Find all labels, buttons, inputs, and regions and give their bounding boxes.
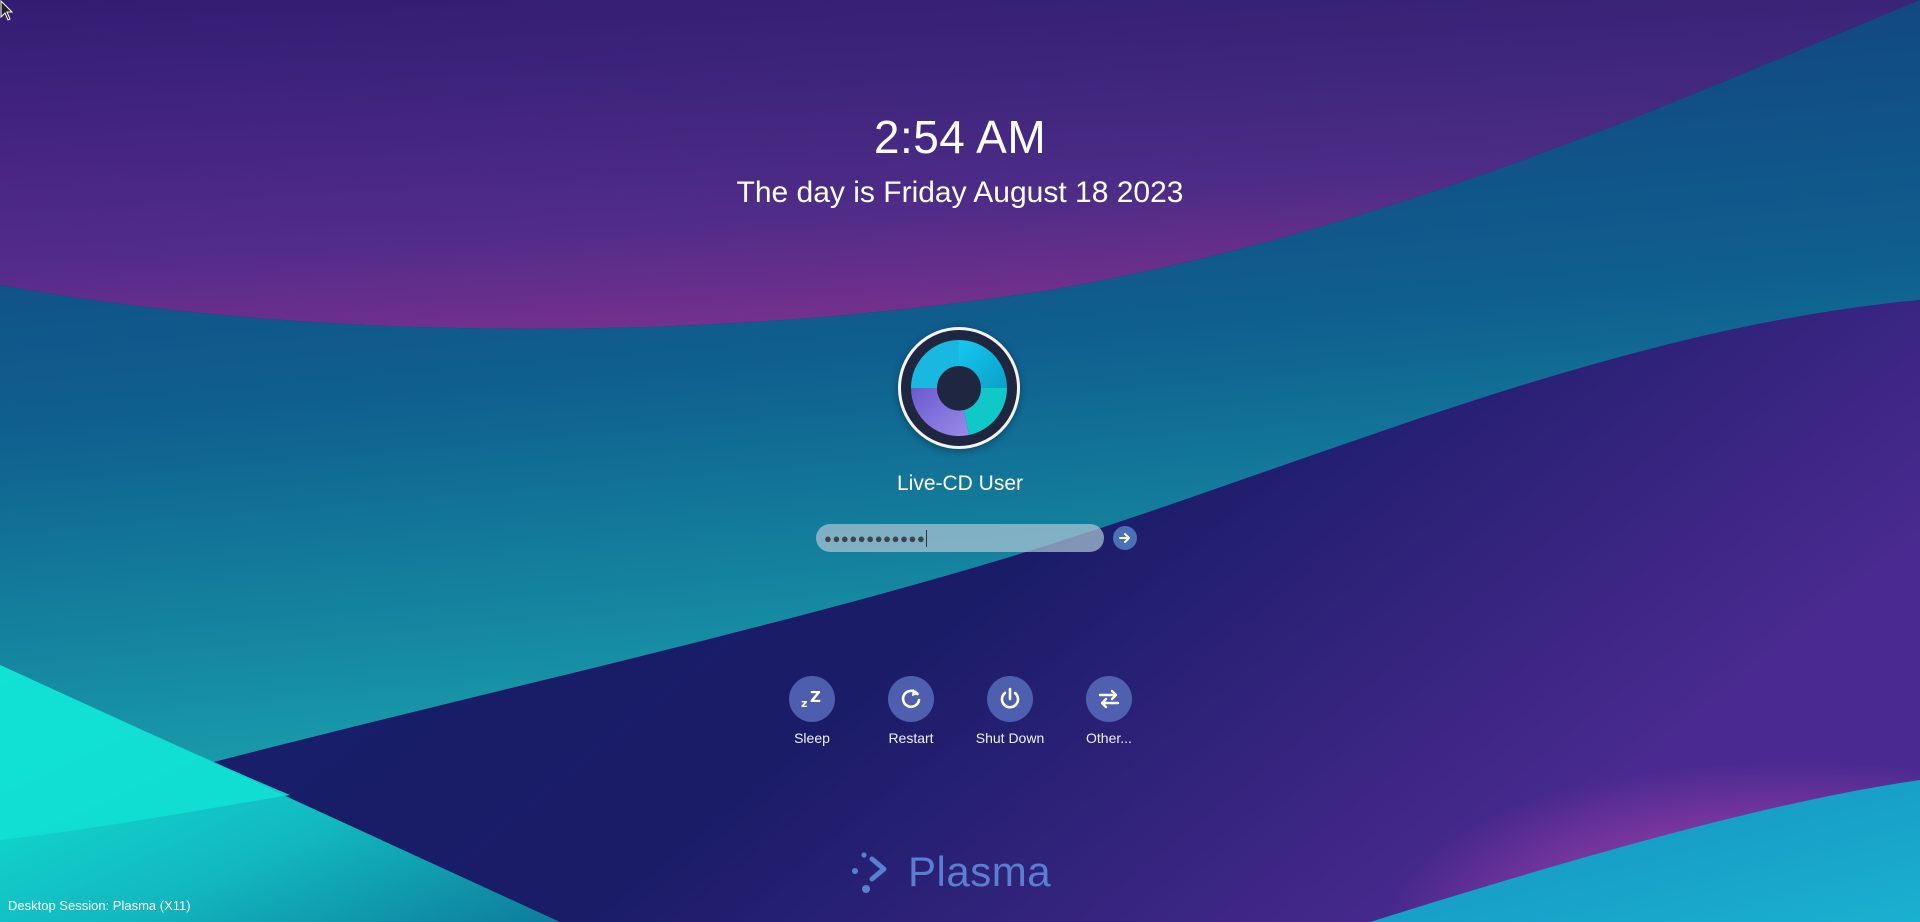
plasma-logo: Plasma bbox=[850, 848, 1051, 896]
svg-text:z: z bbox=[801, 697, 807, 710]
password-input[interactable]: ●●●●●●●●●●●● bbox=[816, 524, 1104, 552]
svg-text:Z: Z bbox=[810, 688, 821, 706]
login-button[interactable] bbox=[1113, 526, 1137, 550]
arrow-right-icon bbox=[1119, 533, 1130, 543]
shut-down-label: Shut Down bbox=[975, 730, 1045, 746]
user-name[interactable]: Live-CD User bbox=[0, 472, 1920, 496]
text-caret bbox=[926, 529, 928, 547]
other-button[interactable]: Other... bbox=[1061, 676, 1157, 746]
clock-time: 2:54 AM bbox=[873, 111, 1047, 163]
restart-icon bbox=[901, 689, 921, 709]
restart-button[interactable]: Restart bbox=[863, 676, 959, 746]
clock-date: The day is Friday August 18 2023 bbox=[736, 176, 1184, 209]
desktop-session-selector[interactable]: Desktop Session: Plasma (X11) bbox=[8, 898, 191, 913]
sleep-label: Sleep bbox=[794, 730, 830, 746]
sleep-icon: z Z bbox=[801, 688, 821, 710]
lock-screen: 2:54 AM The day is Friday August 18 2023… bbox=[0, 0, 1920, 922]
switch-user-icon bbox=[1098, 689, 1120, 709]
user-avatar[interactable] bbox=[898, 327, 1020, 449]
power-actions: z Z Sleep Restart Shut Down Other... bbox=[0, 676, 1920, 756]
password-masked-value: ●●●●●●●●●●●● bbox=[824, 530, 926, 546]
mouse-cursor-icon bbox=[0, 0, 14, 21]
plasma-logo-text: Plasma bbox=[908, 848, 1052, 895]
user-avatar-icon bbox=[911, 340, 1007, 437]
other-label: Other... bbox=[1086, 730, 1132, 746]
shut-down-button[interactable]: Shut Down bbox=[962, 676, 1058, 746]
restart-label: Restart bbox=[888, 730, 934, 746]
plasma-logo-icon bbox=[852, 852, 887, 893]
power-icon bbox=[1000, 687, 1020, 709]
sleep-button[interactable]: z Z Sleep bbox=[764, 676, 860, 746]
